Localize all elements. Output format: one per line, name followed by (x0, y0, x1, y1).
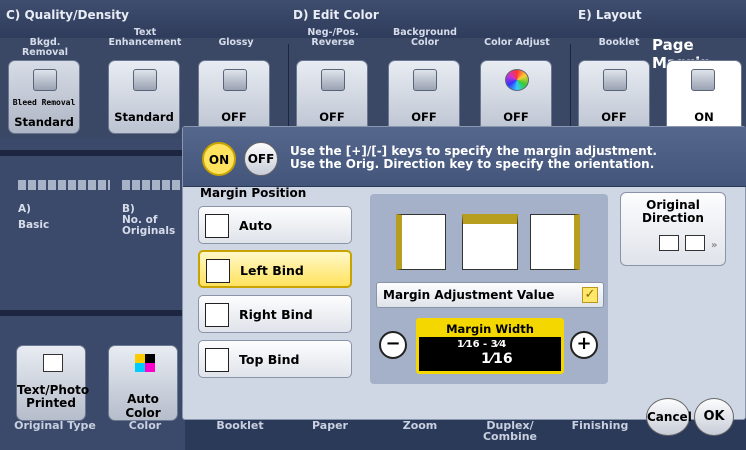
margin-width-range: 1⁄16 - 3⁄4 (457, 339, 507, 350)
right-bind-label: Right Bind (239, 307, 313, 322)
instruction-text: Use the [+]/[-] keys to specify the marg… (290, 145, 657, 171)
original-direction-label: Original Direction (642, 198, 704, 225)
tab-finishing[interactable]: Finishing (560, 420, 640, 431)
divider (288, 44, 289, 136)
page-right-margin-icon (530, 214, 580, 270)
label-background-color: Background Color (393, 27, 457, 48)
text-enhance-icon (133, 69, 157, 91)
ok-button[interactable]: OK (694, 398, 734, 436)
original-type-value: Text/Photo Printed (17, 383, 90, 410)
tab-zoom[interactable]: Zoom (380, 420, 460, 431)
background-color-value: OFF (411, 110, 437, 124)
margin-width-value: 1⁄16 (481, 351, 513, 367)
label-glossy: Glossy (218, 37, 254, 48)
original-type-button[interactable]: Text/Photo Printed (16, 345, 90, 421)
on-toggle[interactable]: ON (202, 142, 236, 176)
tab-paper[interactable]: Paper (290, 420, 370, 431)
glossy-icon (223, 69, 247, 91)
check-icon[interactable]: ✓ (582, 287, 598, 303)
background-color-icon (413, 69, 437, 91)
color-wheel-icon (505, 69, 529, 91)
minus-button[interactable]: − (379, 331, 407, 359)
group-layout: E) Layout (578, 8, 642, 22)
group-quality-density: C) Quality/Density (6, 8, 129, 22)
progress-dots (122, 180, 182, 190)
page-margin-icon (691, 69, 715, 91)
text-enhancement-button[interactable]: Standard (108, 60, 180, 134)
margin-width-title: Margin Width (419, 321, 561, 337)
color-button[interactable]: Auto Color (108, 345, 178, 421)
left-bind-icon (206, 259, 230, 283)
glossy-value: OFF (221, 110, 247, 124)
background-color-button[interactable]: OFF (388, 60, 460, 134)
bkgd-removal-value: Standard (14, 115, 74, 129)
color-value: Auto Color (125, 392, 161, 420)
margin-adjustment-label: Margin Adjustment Value (383, 288, 555, 302)
left-bind-button[interactable]: Left Bind (198, 250, 352, 288)
color-adjust-value: OFF (503, 110, 529, 124)
top-bind-label: Top Bind (239, 352, 300, 367)
arrow-right-icon: » (711, 240, 718, 251)
label-neg-pos: Neg-/Pos. Reverse (307, 27, 359, 48)
original-direction-button[interactable]: Original Direction » (620, 192, 726, 266)
landscape-orientation-icon (685, 235, 705, 251)
text-photo-icon (43, 354, 63, 372)
label-bkgd-removal: Bkgd. Removal (21, 37, 69, 58)
color-adjust-button[interactable]: OFF (480, 60, 552, 134)
neg-pos-value: OFF (319, 110, 345, 124)
booklet-button[interactable]: OFF (578, 60, 650, 134)
top-bind-button[interactable]: Top Bind (198, 340, 352, 378)
divider (570, 44, 571, 136)
bkgd-removal-button[interactable]: Bleed Removal Standard (8, 60, 80, 134)
instruction-line-2: Use the Orig. Direction key to specify t… (290, 157, 655, 171)
booklet-icon (603, 69, 627, 91)
margin-width-display: Margin Width 1⁄16 - 3⁄4 1⁄16 (416, 318, 564, 374)
progress-dots (18, 180, 110, 190)
right-bind-icon (205, 303, 229, 327)
booklet-value: OFF (601, 110, 627, 124)
page-margin-button[interactable]: ON (666, 60, 742, 134)
portrait-orientation-icon (659, 235, 679, 251)
divider (0, 310, 185, 316)
neg-pos-button[interactable]: OFF (296, 60, 368, 134)
right-bind-button[interactable]: Right Bind (198, 295, 352, 333)
divider (0, 150, 185, 156)
margin-position-title: Margin Position (200, 186, 307, 200)
text-enhancement-value: Standard (114, 110, 174, 124)
auto-color-icon (135, 354, 155, 372)
neg-pos-icon (321, 69, 345, 91)
tab-color[interactable]: Color (110, 420, 180, 431)
group-edit-color: D) Edit Color (293, 8, 379, 22)
off-toggle[interactable]: OFF (244, 142, 278, 176)
page-margin-value: ON (694, 110, 714, 124)
margin-adjustment-value-row[interactable]: Margin Adjustment Value ✓ (376, 282, 604, 308)
tab-duplex-combine[interactable]: Duplex/ Combine (470, 420, 550, 442)
bleed-text: Bleed Removal (12, 98, 76, 107)
plus-button[interactable]: + (570, 331, 598, 359)
cancel-button[interactable]: Cancel (646, 398, 692, 436)
left-bind-label: Left Bind (240, 263, 304, 278)
auto-label: Auto (239, 218, 273, 233)
auto-icon (205, 214, 229, 238)
section-a-label: A) (18, 203, 31, 215)
label-color-adjust: Color Adjust (484, 37, 550, 48)
page-left-margin-icon (396, 214, 446, 270)
tab-booklet[interactable]: Booklet (200, 420, 280, 431)
glossy-button[interactable]: OFF (198, 60, 270, 134)
section-a-text: Basic (18, 219, 50, 231)
page-top-margin-icon (462, 214, 518, 270)
label-booklet: Booklet (598, 37, 640, 48)
top-bind-icon (205, 348, 229, 372)
section-b-text: No. of Originals (122, 214, 176, 237)
label-text-enhancement: Text Enhancement (108, 27, 182, 48)
tab-original-type[interactable]: Original Type (10, 420, 100, 431)
bleed-icon (33, 69, 57, 91)
auto-position-button[interactable]: Auto (198, 206, 352, 244)
